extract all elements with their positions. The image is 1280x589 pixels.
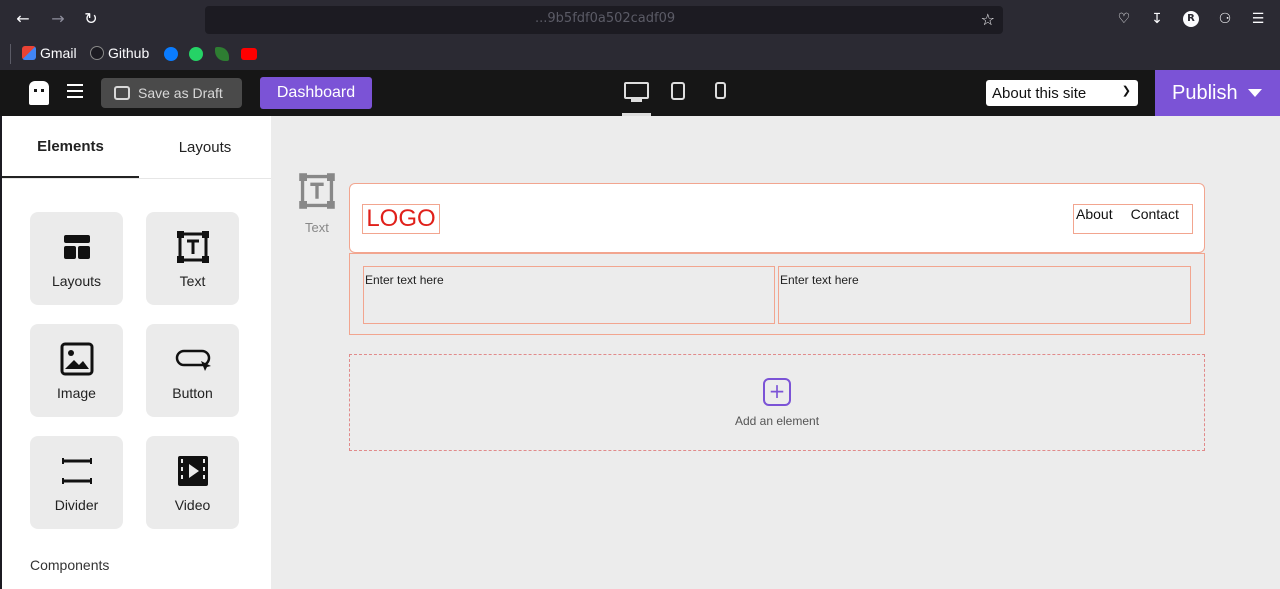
menu-icon[interactable]: ☰ [1249,10,1267,28]
download-icon[interactable]: ↧ [1148,10,1166,28]
button-icon [175,349,211,371]
layouts-icon [63,234,90,259]
element-label: Image [57,384,96,401]
site-page-select[interactable]: About this site ❯ [986,80,1138,106]
tab-layouts[interactable]: Layouts [139,116,271,178]
image-icon [60,342,93,375]
text-block-1[interactable]: Enter text here [363,266,775,324]
element-card-divider[interactable]: Divider [30,436,123,529]
element-label: Text [179,272,206,289]
bookmarks-bar: Gmail Github [0,38,1280,70]
element-label: Video [174,496,211,513]
pocket-icon[interactable]: ♡ [1115,10,1133,28]
whatsapp-icon[interactable] [189,47,203,61]
add-element-dropzone[interactable]: + Add an element [349,354,1205,451]
nav-link-about[interactable]: About [1076,206,1113,233]
nav-link-contact[interactable]: Contact [1131,206,1179,233]
tab-elements[interactable]: Elements [2,116,139,178]
video-icon [177,455,208,486]
youtube-icon[interactable] [241,48,257,60]
bookmark-star-icon[interactable]: ☆ [981,10,995,29]
back-icon[interactable]: ← [14,10,32,28]
save-as-draft-label: Save as Draft [138,85,223,101]
element-card-image[interactable]: Image [30,324,123,417]
dragged-element-label: Text [305,220,329,235]
site-logo[interactable]: LOGO [362,204,440,234]
bookmarks-separator [10,44,11,64]
publish-button[interactable]: Publish [1155,70,1280,116]
mobile-view-icon[interactable] [715,82,726,99]
hamburger-menu-icon[interactable] [67,84,83,98]
element-label: Layouts [51,272,102,289]
save-as-draft-button[interactable]: Save as Draft [101,78,242,108]
text-block-2[interactable]: Enter text here [778,266,1191,324]
forward-icon[interactable]: → [49,10,67,28]
tabs-divider [2,178,271,179]
element-card-text[interactable]: Text [146,212,239,305]
bookmark-gmail[interactable]: Gmail [22,45,77,61]
elements-sidebar: Elements Layouts Layouts Text Image Butt… [2,116,271,589]
app-logo-icon [29,81,49,105]
account-avatar[interactable]: R [1183,11,1199,27]
caret-down-icon [1247,89,1262,97]
element-label: Button [172,384,213,401]
element-label: Divider [54,496,99,513]
element-card-video[interactable]: Video [146,436,239,529]
reload-icon[interactable]: ↻ [82,10,100,28]
element-card-layouts[interactable]: Layouts [30,212,123,305]
url-bar[interactable]: ...9b5fdf0a502cadf09 ☆ [205,6,1003,34]
plus-icon[interactable]: + [763,377,791,406]
editor-canvas: Text LOGO About Contact Enter text here … [271,116,1280,589]
bookmark-label: Github [108,45,150,61]
site-select-value: About this site [992,84,1087,102]
site-header-section[interactable]: LOGO About Contact [349,183,1205,253]
add-element-label: Add an element [734,413,820,428]
text-icon [176,230,209,263]
tablet-view-icon[interactable] [671,82,685,100]
publish-label: Publish [1172,81,1238,104]
folder-icon [114,86,130,100]
divider-icon [61,457,92,484]
two-column-section[interactable]: Enter text here Enter text here [349,253,1205,335]
bookmark-github[interactable]: Github [90,45,149,61]
browser-toolbar: ← → ↻ ...9b5fdf0a502cadf09 ☆ ♡ ↧ R ⚆ ☰ [0,0,1280,38]
url-text: ...9b5fdf0a502cadf09 [535,11,676,26]
dragged-text-icon[interactable] [297,171,337,211]
site-nav[interactable]: About Contact [1073,204,1193,234]
messenger-icon[interactable] [164,47,178,61]
dashboard-button[interactable]: Dashboard [260,77,372,109]
bookmark-label: Gmail [40,45,77,61]
element-card-button[interactable]: Button [146,324,239,417]
extensions-icon[interactable]: ⚆ [1216,10,1234,28]
app-header: Save as Draft Dashboard About this site … [0,70,1280,116]
desktop-view-icon[interactable] [624,82,649,102]
gmail-icon [22,46,36,60]
components-heading[interactable]: Components [30,557,109,573]
github-icon [90,46,104,60]
leaf-icon[interactable] [215,47,229,61]
chevron-down-icon: ❯ [1121,85,1131,97]
